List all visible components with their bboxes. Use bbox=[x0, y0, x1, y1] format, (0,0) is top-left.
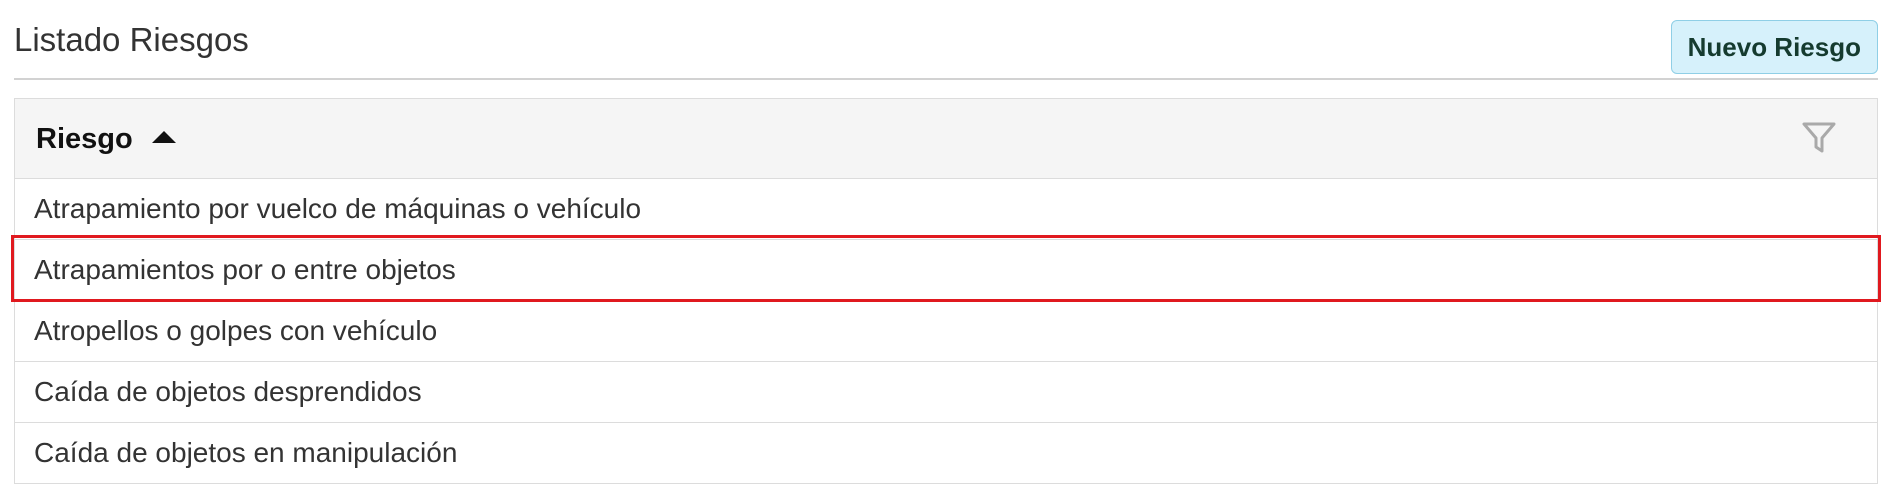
column-header-riesgo[interactable]: Riesgo bbox=[36, 119, 176, 159]
row-label: Atropellos o golpes con vehículo bbox=[34, 315, 438, 346]
new-risk-button[interactable]: Nuevo Riesgo bbox=[1670, 20, 1878, 74]
column-label: Riesgo bbox=[36, 123, 133, 155]
row-label: Atrapamiento por vuelco de máquinas o ve… bbox=[34, 193, 642, 224]
sort-ascending-icon[interactable] bbox=[151, 131, 176, 143]
row-label: Caída de objetos en manipulación bbox=[34, 437, 458, 468]
row-label: Caída de objetos desprendidos bbox=[34, 376, 422, 407]
table-row[interactable]: Atropellos o golpes con vehículo bbox=[15, 301, 1877, 362]
row-label: Atrapamientos por o entre objetos bbox=[34, 254, 456, 285]
table-row[interactable]: Caída de objetos en manipulación bbox=[15, 423, 1877, 484]
risks-grid: Riesgo Atrapamiento por vuelco de máquin… bbox=[14, 98, 1878, 484]
table-row[interactable]: Atrapamientos por o entre objetos bbox=[15, 240, 1877, 301]
table-row[interactable]: Atrapamiento por vuelco de máquinas o ve… bbox=[15, 179, 1877, 240]
page-title: Listado Riesgos bbox=[14, 21, 249, 58]
page-header: Listado Riesgos Nuevo Riesgo bbox=[14, 0, 1878, 80]
grid-header: Riesgo bbox=[15, 99, 1877, 179]
filter-icon[interactable] bbox=[1801, 121, 1837, 155]
table-row[interactable]: Caída de objetos desprendidos bbox=[15, 362, 1877, 423]
page: Listado Riesgos Nuevo Riesgo Riesgo Atra… bbox=[0, 0, 1888, 486]
